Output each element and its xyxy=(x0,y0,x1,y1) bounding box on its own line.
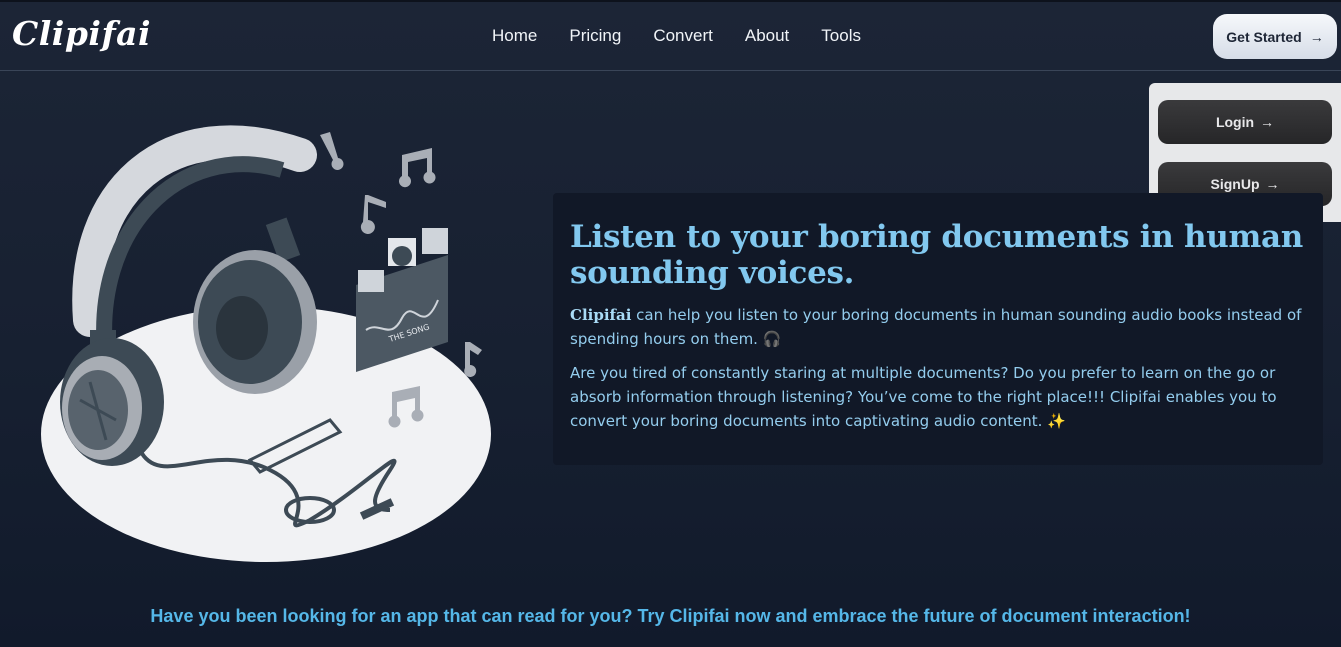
arrow-right-icon: → xyxy=(1260,114,1275,130)
login-label: Login xyxy=(1215,114,1255,130)
headphones-illustration: THE SONG xyxy=(41,125,491,562)
nav-pricing[interactable]: Pricing xyxy=(569,26,621,46)
get-started-button[interactable]: Get Started → xyxy=(1213,14,1337,59)
nav-about[interactable]: About xyxy=(745,26,789,46)
arrow-right-icon: → xyxy=(1309,28,1324,45)
hero-card: Listen to your boring documents in human… xyxy=(553,193,1323,465)
hero-brand-word: Clipifai xyxy=(570,306,632,324)
signup-label: SignUp xyxy=(1210,176,1260,192)
right-earcup-center xyxy=(216,296,268,360)
cta-text: Have you been looking for an app that ca… xyxy=(150,606,1191,626)
login-button[interactable]: Login → xyxy=(1158,100,1332,144)
logo[interactable]: Clipifai xyxy=(12,14,151,53)
hero-paragraph-2: Are you tired of constantly staring at m… xyxy=(570,364,1277,430)
arrow-right-icon: → xyxy=(1265,176,1280,192)
nav-tools[interactable]: Tools xyxy=(821,26,861,46)
main-nav: Home Pricing Convert About Tools xyxy=(492,26,861,46)
hero-title: Listen to your boring documents in human… xyxy=(570,219,1304,291)
hero-description-text: can help you listen to your boring docum… xyxy=(570,306,1302,348)
nav-convert[interactable]: Convert xyxy=(653,26,713,46)
get-started-label: Get Started xyxy=(1226,28,1302,45)
hero-description: Clipifai can help you listen to your bor… xyxy=(570,303,1306,351)
nav-home[interactable]: Home xyxy=(492,26,537,46)
site-header: Clipifai Home Pricing Convert About Tool… xyxy=(0,2,1341,71)
